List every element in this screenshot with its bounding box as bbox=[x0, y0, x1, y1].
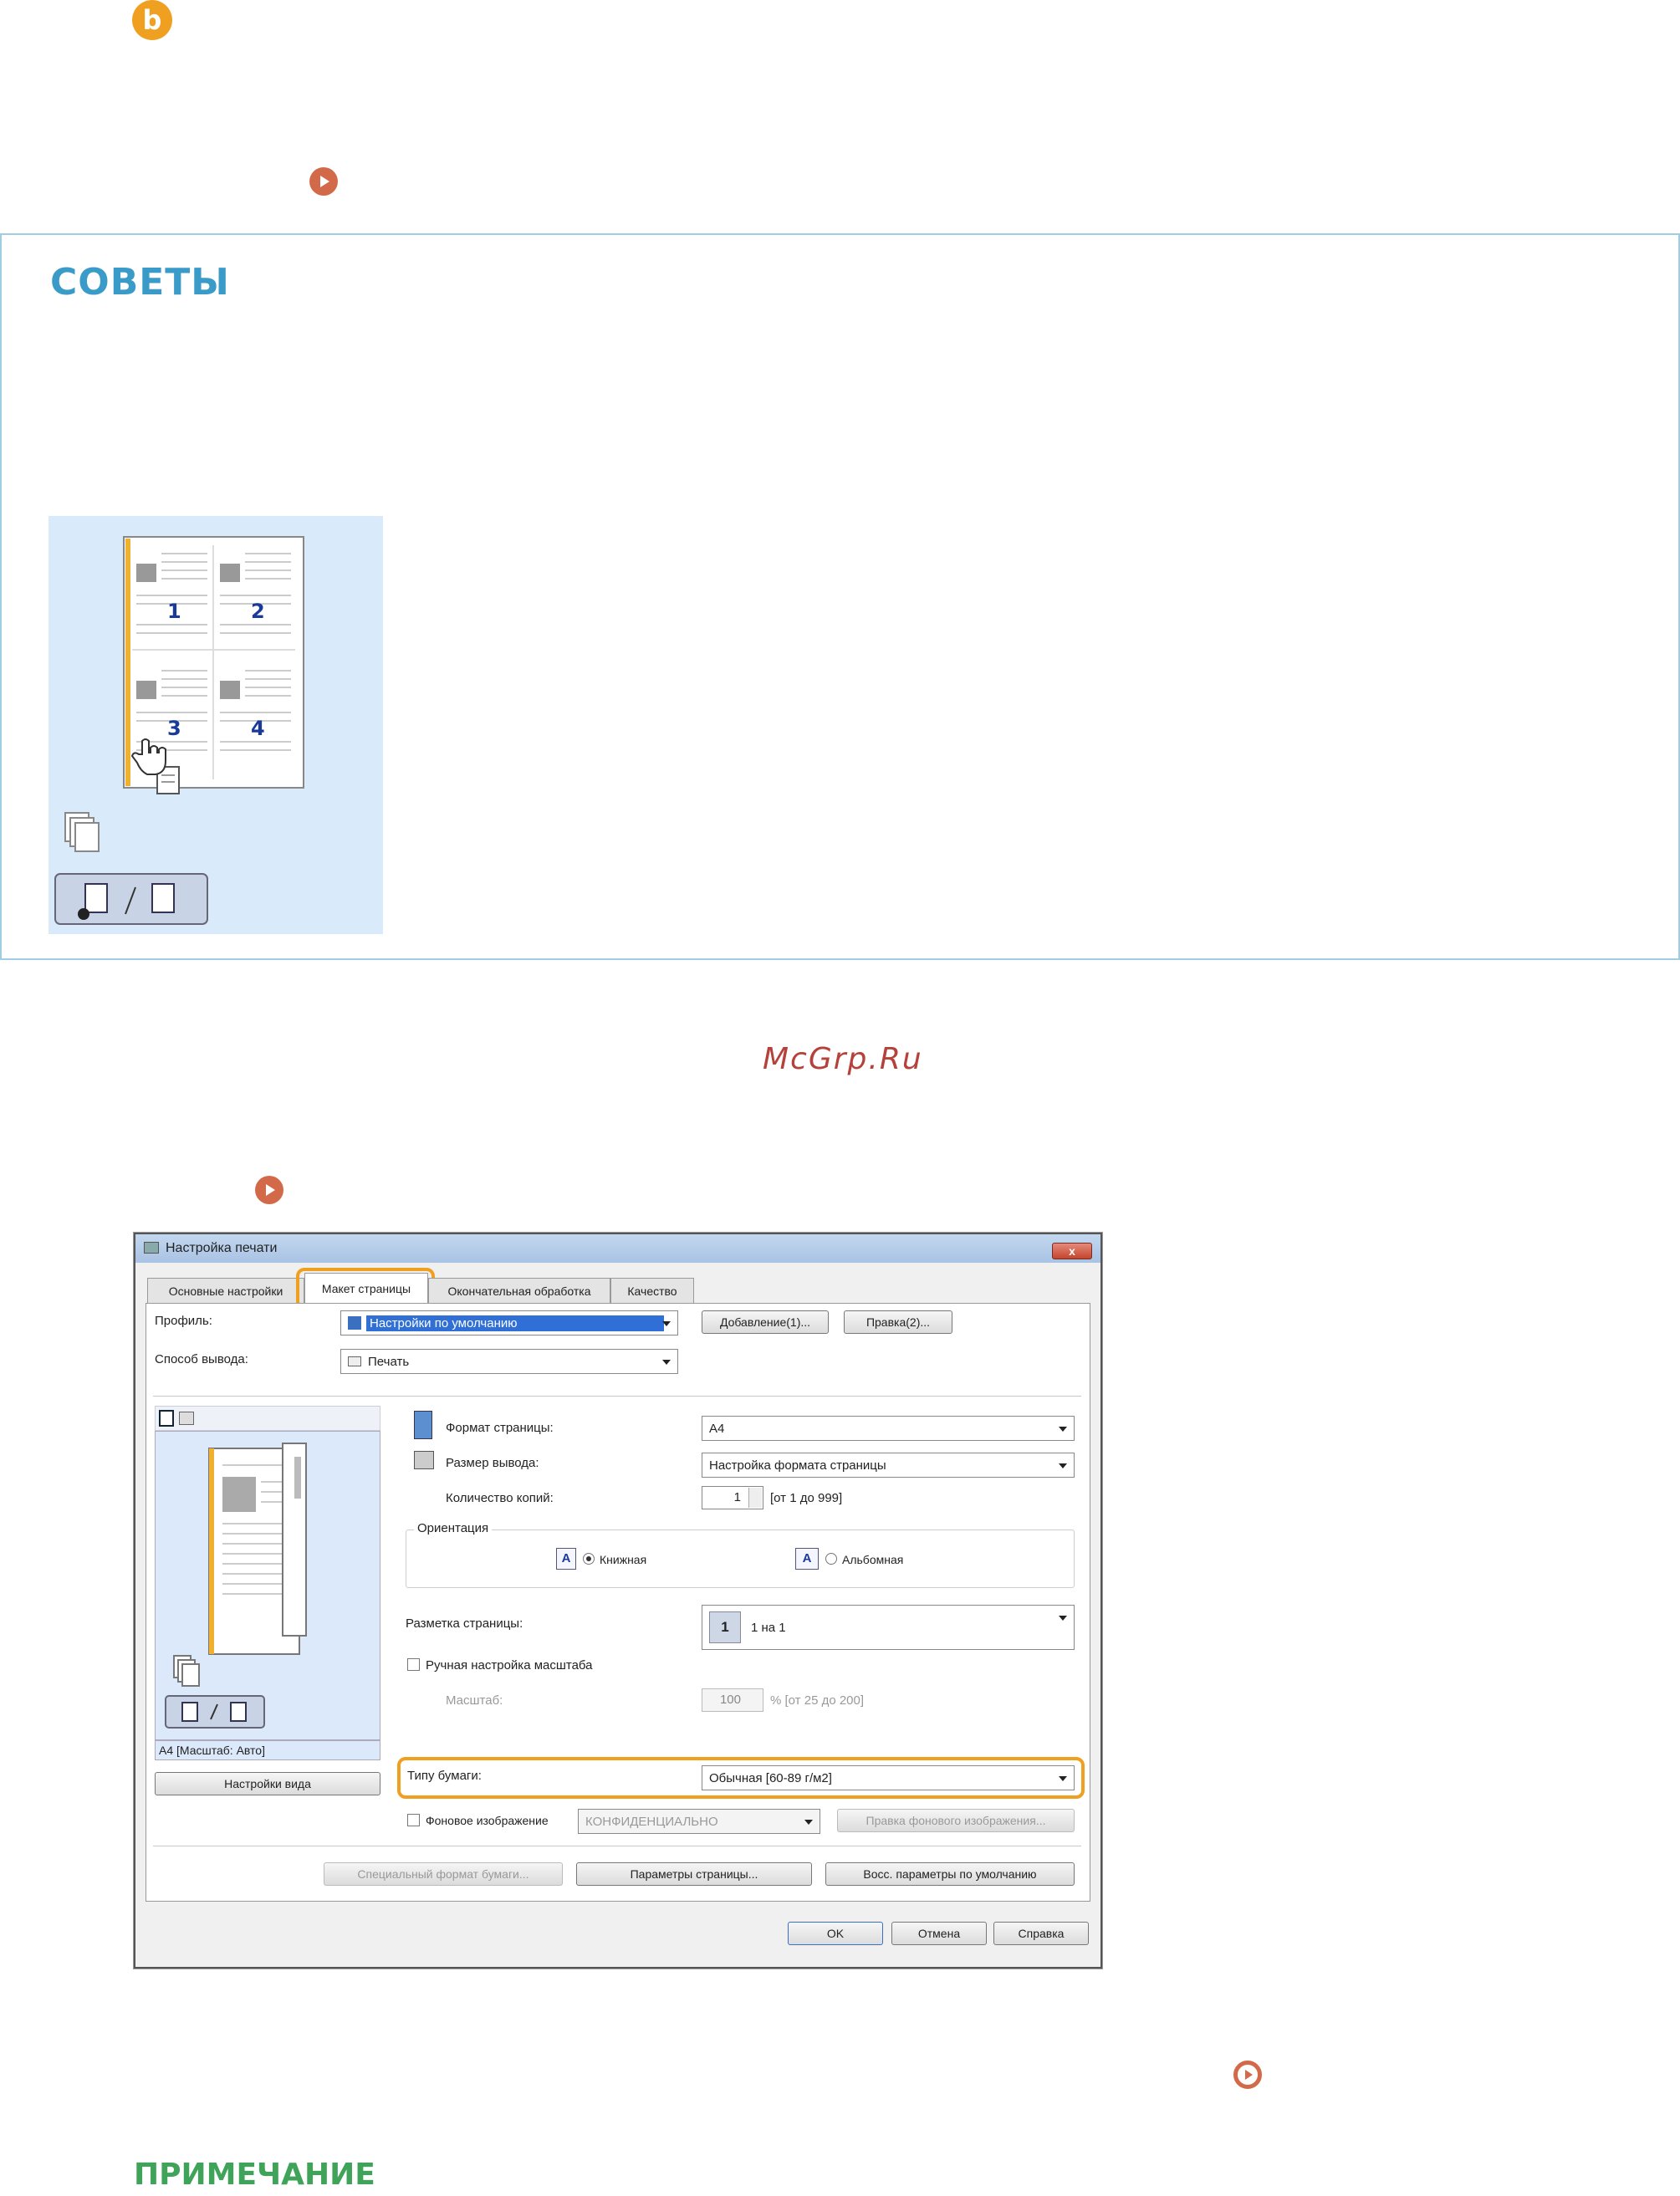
preview-pane bbox=[155, 1431, 380, 1740]
printer-view-icon[interactable] bbox=[179, 1412, 194, 1425]
link-arrow-icon[interactable] bbox=[255, 1176, 283, 1204]
profile-icon bbox=[348, 1316, 361, 1330]
watermark-checkbox[interactable] bbox=[407, 1814, 420, 1826]
output-method-value: Печать bbox=[368, 1354, 410, 1369]
page-number-2: 2 bbox=[251, 600, 265, 623]
paper-type-label: Типу бумаги: bbox=[407, 1769, 482, 1783]
scale-range: % [от 25 до 200] bbox=[770, 1693, 865, 1708]
orientation-group bbox=[406, 1530, 1075, 1588]
watermark-text: McGrp.Ru bbox=[763, 1042, 923, 1076]
copies-stack-icon bbox=[173, 1655, 200, 1687]
manual-scale-checkbox[interactable] bbox=[407, 1658, 420, 1671]
layout-toggle-button bbox=[54, 873, 208, 925]
page-size-select[interactable]: A4 bbox=[702, 1416, 1075, 1441]
tab-finishing[interactable]: Окончательная обработка bbox=[428, 1278, 610, 1303]
output-method-select[interactable]: Печать bbox=[340, 1349, 678, 1374]
view-settings-button[interactable]: Настройки вида bbox=[155, 1772, 380, 1795]
close-button[interactable]: x bbox=[1052, 1243, 1092, 1259]
tab-basic-settings[interactable]: Основные настройки bbox=[147, 1278, 304, 1303]
page-size-label: Формат страницы: bbox=[446, 1421, 554, 1435]
cancel-button[interactable]: Отмена bbox=[891, 1922, 987, 1945]
step-badge: b bbox=[132, 0, 172, 40]
profile-label: Профиль: bbox=[155, 1314, 212, 1328]
layout-toggle-button bbox=[165, 1695, 265, 1729]
copies-stack-icon bbox=[64, 812, 100, 852]
tab-panel: Профиль: Настройки по умолчанию Добавлен… bbox=[146, 1303, 1090, 1902]
page-number-1: 1 bbox=[167, 600, 181, 623]
preview-toolbar bbox=[155, 1406, 380, 1431]
output-size-select[interactable]: Настройка формата страницы bbox=[702, 1453, 1075, 1478]
add-profile-button[interactable]: Добавление(1)... bbox=[702, 1310, 829, 1334]
preview-page-illustration bbox=[165, 1443, 307, 1729]
page-layout-illustration: 1 2 3 4 bbox=[54, 536, 304, 925]
copies-label: Количество копий: bbox=[446, 1491, 554, 1505]
output-size-label: Размер вывода: bbox=[446, 1456, 539, 1470]
copies-range: [от 1 до 999] bbox=[770, 1491, 843, 1505]
profile-select[interactable]: Настройки по умолчанию bbox=[340, 1310, 678, 1335]
link-arrow-icon[interactable] bbox=[309, 167, 338, 196]
page-number-4: 4 bbox=[251, 717, 265, 740]
edit-profile-button[interactable]: Правка(2)... bbox=[844, 1310, 952, 1334]
custom-paper-size-button[interactable]: Специальный формат бумаги... bbox=[324, 1862, 563, 1886]
landscape-radio[interactable] bbox=[825, 1553, 837, 1565]
page-layout-value: 1 на 1 bbox=[751, 1620, 786, 1635]
portrait-label: Книжная bbox=[600, 1553, 647, 1566]
dialog-title: Настройка печати bbox=[166, 1241, 278, 1255]
landscape-label: Альбомная bbox=[842, 1553, 904, 1566]
preview-caption: A4 [Масштаб: Авто] bbox=[155, 1740, 380, 1760]
printer-icon bbox=[144, 1242, 159, 1254]
portrait-icon: A bbox=[556, 1548, 576, 1570]
ok-button[interactable]: OK bbox=[788, 1922, 883, 1945]
tips-illustration: 1 2 3 4 bbox=[49, 516, 383, 934]
scale-label: Масштаб: bbox=[446, 1693, 503, 1708]
page-layout-label: Разметка страницы: bbox=[406, 1616, 523, 1631]
link-arrow-icon[interactable] bbox=[1233, 2061, 1262, 2089]
landscape-icon: A bbox=[795, 1548, 819, 1570]
output-method-label: Способ вывода: bbox=[155, 1352, 248, 1366]
note-title: ПРИМЕЧАНИЕ bbox=[134, 2158, 375, 2192]
output-size-icon bbox=[414, 1451, 434, 1469]
dialog-title-bar bbox=[135, 1234, 1100, 1263]
page-options-button[interactable]: Параметры страницы... bbox=[576, 1862, 812, 1886]
page-size-icon bbox=[414, 1411, 432, 1439]
divider bbox=[153, 1396, 1081, 1397]
print-icon bbox=[348, 1356, 361, 1366]
print-settings-dialog: Настройка печати x Основные настройки Ма… bbox=[134, 1233, 1102, 1969]
orientation-label: Ориентация bbox=[414, 1521, 493, 1535]
manual-scale-label: Ручная настройка масштаба bbox=[426, 1658, 593, 1673]
watermark-select[interactable]: КОНФИДЕНЦИАЛЬНО bbox=[578, 1809, 820, 1834]
profile-value: Настройки по умолчанию bbox=[366, 1315, 664, 1331]
copies-stepper[interactable] bbox=[748, 1488, 762, 1508]
page-number-3: 3 bbox=[167, 717, 181, 740]
tips-title: СОВЕТЫ bbox=[50, 261, 230, 304]
page-view-icon[interactable] bbox=[159, 1410, 174, 1427]
help-button[interactable]: Справка bbox=[993, 1922, 1089, 1945]
paper-type-select[interactable]: Обычная [60-89 г/м2] bbox=[702, 1765, 1075, 1790]
edit-watermark-button[interactable]: Правка фонового изображения... bbox=[837, 1809, 1075, 1832]
restore-defaults-button[interactable]: Восс. параметры по умолчанию bbox=[825, 1862, 1075, 1886]
watermark-label: Фоновое изображение bbox=[426, 1814, 549, 1827]
tab-quality[interactable]: Качество bbox=[610, 1278, 694, 1303]
page-layout-select[interactable]: 1 1 на 1 bbox=[702, 1605, 1075, 1650]
portrait-radio[interactable] bbox=[583, 1553, 595, 1565]
scale-input[interactable]: 100 bbox=[702, 1688, 763, 1712]
layout-icon: 1 bbox=[709, 1611, 741, 1643]
